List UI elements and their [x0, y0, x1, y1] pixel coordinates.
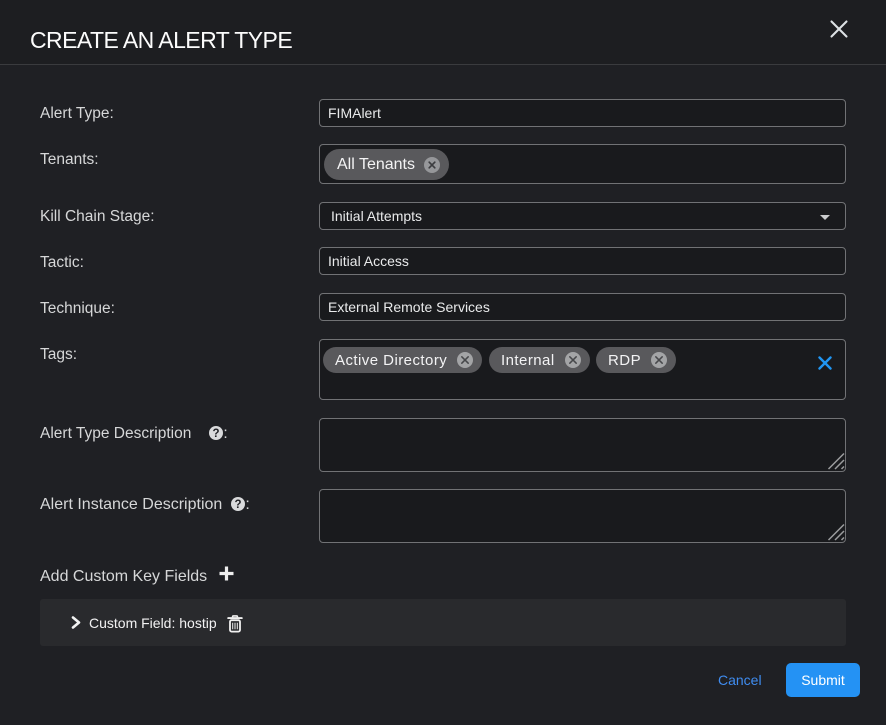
- svg-text:?: ?: [213, 428, 220, 440]
- svg-text:?: ?: [235, 499, 242, 511]
